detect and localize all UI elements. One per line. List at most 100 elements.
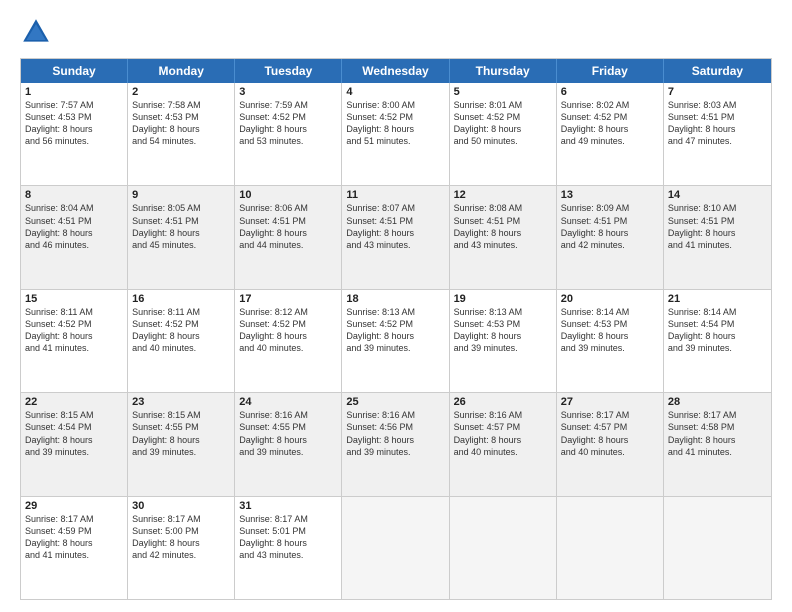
cell-info: Sunrise: 8:02 AMSunset: 4:52 PMDaylight:… [561, 99, 659, 148]
weekday-header: Saturday [664, 59, 771, 83]
cell-info: Sunrise: 7:58 AMSunset: 4:53 PMDaylight:… [132, 99, 230, 148]
cell-info: Sunrise: 8:17 AMSunset: 5:01 PMDaylight:… [239, 513, 337, 562]
calendar-cell [450, 497, 557, 599]
cell-info: Sunrise: 8:11 AMSunset: 4:52 PMDaylight:… [132, 306, 230, 355]
day-number: 15 [25, 293, 123, 305]
weekday-header: Thursday [450, 59, 557, 83]
calendar-cell: 25Sunrise: 8:16 AMSunset: 4:56 PMDayligh… [342, 393, 449, 495]
page: SundayMondayTuesdayWednesdayThursdayFrid… [0, 0, 792, 612]
calendar-cell: 18Sunrise: 8:13 AMSunset: 4:52 PMDayligh… [342, 290, 449, 392]
cell-info: Sunrise: 7:59 AMSunset: 4:52 PMDaylight:… [239, 99, 337, 148]
day-number: 21 [668, 293, 767, 305]
cell-info: Sunrise: 8:03 AMSunset: 4:51 PMDaylight:… [668, 99, 767, 148]
header [20, 16, 772, 48]
day-number: 12 [454, 189, 552, 201]
calendar-cell: 21Sunrise: 8:14 AMSunset: 4:54 PMDayligh… [664, 290, 771, 392]
cell-info: Sunrise: 8:09 AMSunset: 4:51 PMDaylight:… [561, 202, 659, 251]
calendar-cell: 28Sunrise: 8:17 AMSunset: 4:58 PMDayligh… [664, 393, 771, 495]
weekday-header: Sunday [21, 59, 128, 83]
cell-info: Sunrise: 7:57 AMSunset: 4:53 PMDaylight:… [25, 99, 123, 148]
calendar-cell: 30Sunrise: 8:17 AMSunset: 5:00 PMDayligh… [128, 497, 235, 599]
cell-info: Sunrise: 8:14 AMSunset: 4:54 PMDaylight:… [668, 306, 767, 355]
day-number: 19 [454, 293, 552, 305]
calendar-cell: 13Sunrise: 8:09 AMSunset: 4:51 PMDayligh… [557, 186, 664, 288]
calendar-cell: 3Sunrise: 7:59 AMSunset: 4:52 PMDaylight… [235, 83, 342, 185]
cell-info: Sunrise: 8:13 AMSunset: 4:53 PMDaylight:… [454, 306, 552, 355]
calendar-cell: 11Sunrise: 8:07 AMSunset: 4:51 PMDayligh… [342, 186, 449, 288]
logo [20, 16, 56, 48]
day-number: 14 [668, 189, 767, 201]
weekday-header: Tuesday [235, 59, 342, 83]
day-number: 17 [239, 293, 337, 305]
cell-info: Sunrise: 8:13 AMSunset: 4:52 PMDaylight:… [346, 306, 444, 355]
day-number: 6 [561, 86, 659, 98]
calendar-cell: 6Sunrise: 8:02 AMSunset: 4:52 PMDaylight… [557, 83, 664, 185]
day-number: 23 [132, 396, 230, 408]
calendar-cell: 2Sunrise: 7:58 AMSunset: 4:53 PMDaylight… [128, 83, 235, 185]
calendar-cell: 14Sunrise: 8:10 AMSunset: 4:51 PMDayligh… [664, 186, 771, 288]
cell-info: Sunrise: 8:12 AMSunset: 4:52 PMDaylight:… [239, 306, 337, 355]
day-number: 5 [454, 86, 552, 98]
cell-info: Sunrise: 8:07 AMSunset: 4:51 PMDaylight:… [346, 202, 444, 251]
calendar-cell: 29Sunrise: 8:17 AMSunset: 4:59 PMDayligh… [21, 497, 128, 599]
logo-icon [20, 16, 52, 48]
day-number: 24 [239, 396, 337, 408]
day-number: 16 [132, 293, 230, 305]
calendar-cell: 5Sunrise: 8:01 AMSunset: 4:52 PMDaylight… [450, 83, 557, 185]
cell-info: Sunrise: 8:01 AMSunset: 4:52 PMDaylight:… [454, 99, 552, 148]
day-number: 1 [25, 86, 123, 98]
cell-info: Sunrise: 8:05 AMSunset: 4:51 PMDaylight:… [132, 202, 230, 251]
day-number: 29 [25, 500, 123, 512]
cell-info: Sunrise: 8:17 AMSunset: 5:00 PMDaylight:… [132, 513, 230, 562]
day-number: 8 [25, 189, 123, 201]
day-number: 31 [239, 500, 337, 512]
day-number: 25 [346, 396, 444, 408]
day-number: 20 [561, 293, 659, 305]
day-number: 2 [132, 86, 230, 98]
weekday-header: Friday [557, 59, 664, 83]
day-number: 18 [346, 293, 444, 305]
calendar-cell: 15Sunrise: 8:11 AMSunset: 4:52 PMDayligh… [21, 290, 128, 392]
day-number: 27 [561, 396, 659, 408]
day-number: 9 [132, 189, 230, 201]
calendar-cell: 4Sunrise: 8:00 AMSunset: 4:52 PMDaylight… [342, 83, 449, 185]
calendar-row: 29Sunrise: 8:17 AMSunset: 4:59 PMDayligh… [21, 496, 771, 599]
calendar-cell: 9Sunrise: 8:05 AMSunset: 4:51 PMDaylight… [128, 186, 235, 288]
cell-info: Sunrise: 8:16 AMSunset: 4:57 PMDaylight:… [454, 409, 552, 458]
weekday-header: Monday [128, 59, 235, 83]
calendar-cell: 26Sunrise: 8:16 AMSunset: 4:57 PMDayligh… [450, 393, 557, 495]
calendar-cell: 17Sunrise: 8:12 AMSunset: 4:52 PMDayligh… [235, 290, 342, 392]
calendar-body: 1Sunrise: 7:57 AMSunset: 4:53 PMDaylight… [21, 83, 771, 599]
calendar-row: 15Sunrise: 8:11 AMSunset: 4:52 PMDayligh… [21, 289, 771, 392]
day-number: 26 [454, 396, 552, 408]
calendar-cell [664, 497, 771, 599]
calendar-row: 8Sunrise: 8:04 AMSunset: 4:51 PMDaylight… [21, 185, 771, 288]
day-number: 11 [346, 189, 444, 201]
calendar-cell: 22Sunrise: 8:15 AMSunset: 4:54 PMDayligh… [21, 393, 128, 495]
calendar-cell: 27Sunrise: 8:17 AMSunset: 4:57 PMDayligh… [557, 393, 664, 495]
cell-info: Sunrise: 8:11 AMSunset: 4:52 PMDaylight:… [25, 306, 123, 355]
calendar-cell: 12Sunrise: 8:08 AMSunset: 4:51 PMDayligh… [450, 186, 557, 288]
day-number: 30 [132, 500, 230, 512]
calendar-header: SundayMondayTuesdayWednesdayThursdayFrid… [21, 59, 771, 83]
calendar-row: 1Sunrise: 7:57 AMSunset: 4:53 PMDaylight… [21, 83, 771, 185]
calendar-cell: 10Sunrise: 8:06 AMSunset: 4:51 PMDayligh… [235, 186, 342, 288]
calendar-cell: 20Sunrise: 8:14 AMSunset: 4:53 PMDayligh… [557, 290, 664, 392]
cell-info: Sunrise: 8:14 AMSunset: 4:53 PMDaylight:… [561, 306, 659, 355]
cell-info: Sunrise: 8:10 AMSunset: 4:51 PMDaylight:… [668, 202, 767, 251]
calendar-cell: 19Sunrise: 8:13 AMSunset: 4:53 PMDayligh… [450, 290, 557, 392]
cell-info: Sunrise: 8:17 AMSunset: 4:58 PMDaylight:… [668, 409, 767, 458]
day-number: 10 [239, 189, 337, 201]
calendar-cell: 31Sunrise: 8:17 AMSunset: 5:01 PMDayligh… [235, 497, 342, 599]
weekday-header: Wednesday [342, 59, 449, 83]
cell-info: Sunrise: 8:04 AMSunset: 4:51 PMDaylight:… [25, 202, 123, 251]
day-number: 4 [346, 86, 444, 98]
day-number: 13 [561, 189, 659, 201]
cell-info: Sunrise: 8:08 AMSunset: 4:51 PMDaylight:… [454, 202, 552, 251]
calendar-cell: 8Sunrise: 8:04 AMSunset: 4:51 PMDaylight… [21, 186, 128, 288]
calendar-cell: 1Sunrise: 7:57 AMSunset: 4:53 PMDaylight… [21, 83, 128, 185]
cell-info: Sunrise: 8:17 AMSunset: 4:57 PMDaylight:… [561, 409, 659, 458]
cell-info: Sunrise: 8:15 AMSunset: 4:55 PMDaylight:… [132, 409, 230, 458]
cell-info: Sunrise: 8:15 AMSunset: 4:54 PMDaylight:… [25, 409, 123, 458]
calendar-cell: 16Sunrise: 8:11 AMSunset: 4:52 PMDayligh… [128, 290, 235, 392]
